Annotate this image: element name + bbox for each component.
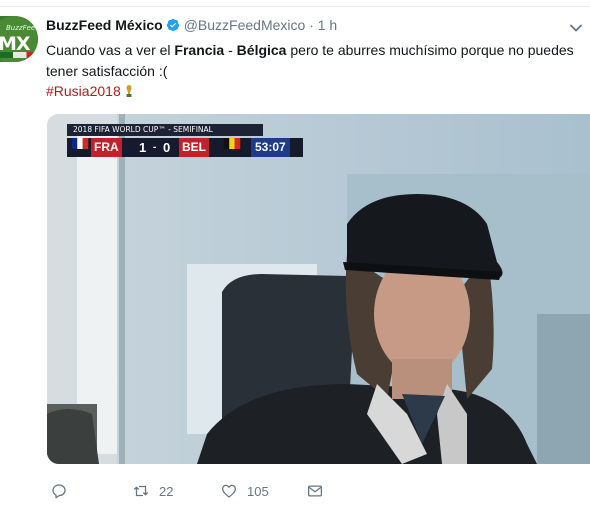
away-score: 0 bbox=[163, 140, 171, 155]
top-divider bbox=[0, 6, 590, 7]
avatar-flag-stripe bbox=[0, 52, 38, 58]
scoreboard-bar: FRA 1 - 0 BEL 53:07 bbox=[67, 138, 303, 157]
reply-icon bbox=[52, 484, 66, 499]
france-flag-icon bbox=[71, 138, 89, 149]
heart-icon bbox=[221, 484, 237, 498]
direct-message-button[interactable] bbox=[306, 480, 324, 502]
hashtag-line: #Rusia2018 bbox=[46, 82, 134, 100]
envelope-icon bbox=[307, 485, 323, 497]
tweet-header: BuzzFeed México @BuzzFeedMexico · 1 h bbox=[46, 17, 337, 37]
tweet-media-image[interactable]: 2018 FIFA WORLD CUP™ - SEMIFINAL FRA 1 -… bbox=[47, 114, 590, 464]
belgium-flag-icon bbox=[223, 138, 241, 149]
home-team: FRA bbox=[91, 138, 122, 157]
verified-badge-icon bbox=[166, 18, 179, 32]
like-button[interactable]: 105 bbox=[220, 480, 269, 502]
hashtag-link[interactable]: #Rusia2018 bbox=[46, 83, 121, 99]
away-team: BEL bbox=[179, 138, 209, 157]
tweet-text-part: - bbox=[224, 42, 237, 58]
match-clock: 53:07 bbox=[251, 138, 290, 157]
like-count: 105 bbox=[247, 483, 269, 499]
tweet-actions: 22 105 bbox=[46, 480, 366, 502]
reply-button[interactable] bbox=[50, 480, 68, 502]
retweet-icon bbox=[133, 485, 149, 497]
retweet-button[interactable]: 22 bbox=[132, 480, 173, 502]
stadium-photo bbox=[47, 114, 590, 464]
home-score: 1 bbox=[139, 140, 147, 155]
tweet-text: Cuando vas a ver el Francia - Bélgica pe… bbox=[46, 40, 576, 82]
tweet-text-part: Cuando vas a ver el bbox=[46, 42, 175, 58]
tweet-text-bold-team-1: Francia bbox=[174, 42, 225, 58]
handle[interactable]: @BuzzFeedMexico bbox=[184, 17, 306, 33]
display-name[interactable]: BuzzFeed México bbox=[46, 17, 163, 33]
avatar[interactable]: BuzzFeed MX bbox=[0, 16, 38, 62]
separator-dot: · bbox=[309, 17, 314, 33]
avatar-small-text: BuzzFeed bbox=[6, 24, 38, 32]
timestamp[interactable]: 1 h bbox=[318, 17, 337, 33]
scoreboard-header: 2018 FIFA WORLD CUP™ - SEMIFINAL bbox=[67, 124, 263, 136]
chevron-down-icon[interactable] bbox=[568, 20, 584, 36]
retweet-count: 22 bbox=[159, 483, 174, 499]
score-separator: - bbox=[153, 142, 157, 153]
trophy-icon bbox=[126, 85, 132, 97]
tweet-text-bold-team-2: Bélgica bbox=[236, 42, 287, 58]
